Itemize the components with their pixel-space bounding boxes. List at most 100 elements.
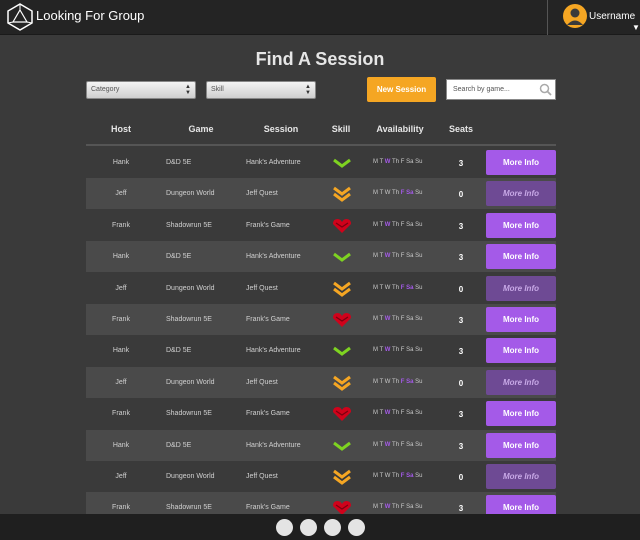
day-indicator: M: [373, 253, 378, 260]
day-indicator: F: [400, 316, 405, 322]
skill-select[interactable]: Skill ▲ ▼: [206, 81, 316, 99]
more-info-button[interactable]: More Info: [486, 464, 556, 489]
game-cell: Dungeon World: [166, 473, 215, 480]
day-indicator: F: [400, 347, 405, 354]
page-dot[interactable]: [276, 519, 293, 536]
session-cell: Jeff Quest: [246, 190, 278, 198]
new-session-button[interactable]: New Session: [367, 77, 436, 102]
more-info-button[interactable]: More Info: [486, 275, 556, 301]
session-cell: Hank's Adventure: [246, 441, 301, 449]
table-row[interactable]: Hank D&D 5E Hank's Adventure M T W Th F Sa …: [86, 335, 556, 366]
availability-cell: M T W Th F Sa Su: [373, 379, 422, 385]
availability-cell: M T W Th F Sa Su: [373, 190, 422, 196]
column-header-seats[interactable]: Seats: [446, 124, 476, 134]
day-indicator: F: [400, 441, 405, 448]
day-indicator: W: [384, 410, 391, 417]
d20-logo-icon[interactable]: [6, 3, 34, 31]
day-indicator: M: [373, 504, 378, 511]
table-row[interactable]: Frank Shadowrun 5E Frank's Game M T W Th F …: [86, 210, 556, 241]
column-header-skill[interactable]: Skill: [326, 124, 356, 134]
more-info-button[interactable]: More Info: [486, 338, 556, 364]
user-avatar-icon[interactable]: [563, 4, 587, 28]
column-header-session[interactable]: Session: [256, 124, 306, 134]
day-indicator: Sa: [406, 159, 414, 165]
more-info-button[interactable]: More Info: [486, 432, 556, 458]
more-info-button[interactable]: More Info: [486, 150, 556, 175]
skill-expert-icon: [332, 406, 352, 422]
session-cell: Frank's Game: [246, 221, 290, 229]
day-indicator: Th: [392, 221, 400, 228]
day-indicator: W: [384, 316, 391, 322]
availability-cell: M T W Th F Sa Su: [373, 504, 422, 510]
seats-cell: 3: [458, 347, 464, 357]
table-row[interactable]: Hank D&D 5E Hank's Adventure M T W Th F Sa …: [86, 147, 556, 178]
day-indicator: T: [379, 316, 384, 322]
availability-cell: M T W Th F Sa Su: [373, 285, 422, 291]
skill-beginner-icon: [332, 438, 352, 454]
day-indicator: F: [400, 253, 405, 260]
more-info-button[interactable]: More Info: [486, 369, 556, 395]
column-header-host[interactable]: Host: [86, 124, 156, 134]
host-cell: Hank: [112, 159, 130, 166]
day-indicator: Th: [392, 378, 400, 385]
more-info-button[interactable]: More Info: [486, 244, 556, 270]
day-indicator: Su: [415, 284, 423, 291]
column-header-game[interactable]: Game: [176, 124, 226, 134]
table-row[interactable]: Jeff Dungeon World Jeff Quest M T W Th F Sa…: [86, 178, 556, 210]
table-row[interactable]: Frank Shadowrun 5E Frank's Game M T W Th F …: [86, 304, 556, 335]
day-indicator: Th: [392, 504, 400, 511]
page-dot[interactable]: [324, 519, 341, 536]
day-indicator: T: [379, 473, 384, 479]
day-indicator: F: [400, 221, 405, 228]
day-indicator: Su: [415, 378, 423, 385]
day-indicator: T: [379, 159, 384, 165]
table-row[interactable]: Jeff Dungeon World Jeff Quest M T W Th F Sa…: [86, 461, 556, 492]
table-row[interactable]: Jeff Dungeon World Jeff Quest M T W Th F Sa…: [86, 273, 556, 304]
day-indicator: T: [379, 253, 384, 260]
host-cell: Jeff: [115, 190, 127, 198]
more-info-button[interactable]: More Info: [486, 401, 556, 427]
host-cell: Hank: [112, 253, 130, 261]
seats-cell: 0: [458, 473, 464, 482]
page-dot[interactable]: [300, 519, 317, 536]
day-indicator: T: [379, 441, 384, 448]
table-header: Host Game Session Skill Availability Sea…: [86, 119, 556, 146]
day-indicator: Sa: [406, 441, 414, 448]
column-header-availability[interactable]: Availability: [370, 124, 430, 134]
day-indicator: M: [373, 190, 378, 197]
availability-cell: M T W Th F Sa Su: [373, 410, 422, 416]
table-row[interactable]: Hank D&D 5E Hank's Adventure M T W Th F Sa …: [86, 241, 556, 273]
session-cell: Hank's Adventure: [246, 159, 301, 166]
day-indicator: Su: [415, 473, 423, 479]
search-input[interactable]: Search by game...: [446, 79, 556, 100]
day-indicator: W: [384, 253, 391, 260]
availability-cell: M T W Th F Sa Su: [373, 222, 422, 228]
day-indicator: Sa: [406, 504, 414, 511]
day-indicator: Th: [392, 316, 400, 322]
availability-cell: M T W Th F Sa Su: [373, 253, 422, 259]
skill-beginner-icon: [332, 343, 352, 359]
app-title[interactable]: Looking For Group: [36, 8, 144, 23]
user-menu[interactable]: Username ▼: [547, 0, 640, 35]
day-indicator: Su: [415, 190, 423, 197]
category-select[interactable]: Category ▲ ▼: [86, 81, 196, 99]
host-cell: Frank: [112, 316, 130, 323]
day-indicator: Sa: [406, 316, 414, 322]
table-row[interactable]: Frank Shadowrun 5E Frank's Game M T W Th F …: [86, 398, 556, 429]
day-indicator: Su: [415, 347, 423, 354]
day-indicator: Su: [415, 159, 423, 165]
host-cell: Hank: [112, 441, 130, 449]
username-label[interactable]: Username: [589, 11, 635, 22]
day-indicator: W: [384, 504, 391, 511]
search-icon[interactable]: [539, 83, 552, 96]
more-info-button[interactable]: More Info: [486, 307, 556, 332]
table-row[interactable]: Jeff Dungeon World Jeff Quest M T W Th F Sa…: [86, 366, 556, 398]
chevron-down-icon[interactable]: ▼: [632, 23, 640, 32]
page-dot[interactable]: [348, 519, 365, 536]
day-indicator: Su: [415, 316, 423, 322]
day-indicator: Sa: [406, 473, 414, 479]
table-row[interactable]: Hank D&D 5E Hank's Adventure M T W Th F Sa …: [86, 429, 556, 461]
pagination-bar: [0, 514, 640, 540]
more-info-button[interactable]: More Info: [486, 181, 556, 207]
more-info-button[interactable]: More Info: [486, 212, 556, 238]
